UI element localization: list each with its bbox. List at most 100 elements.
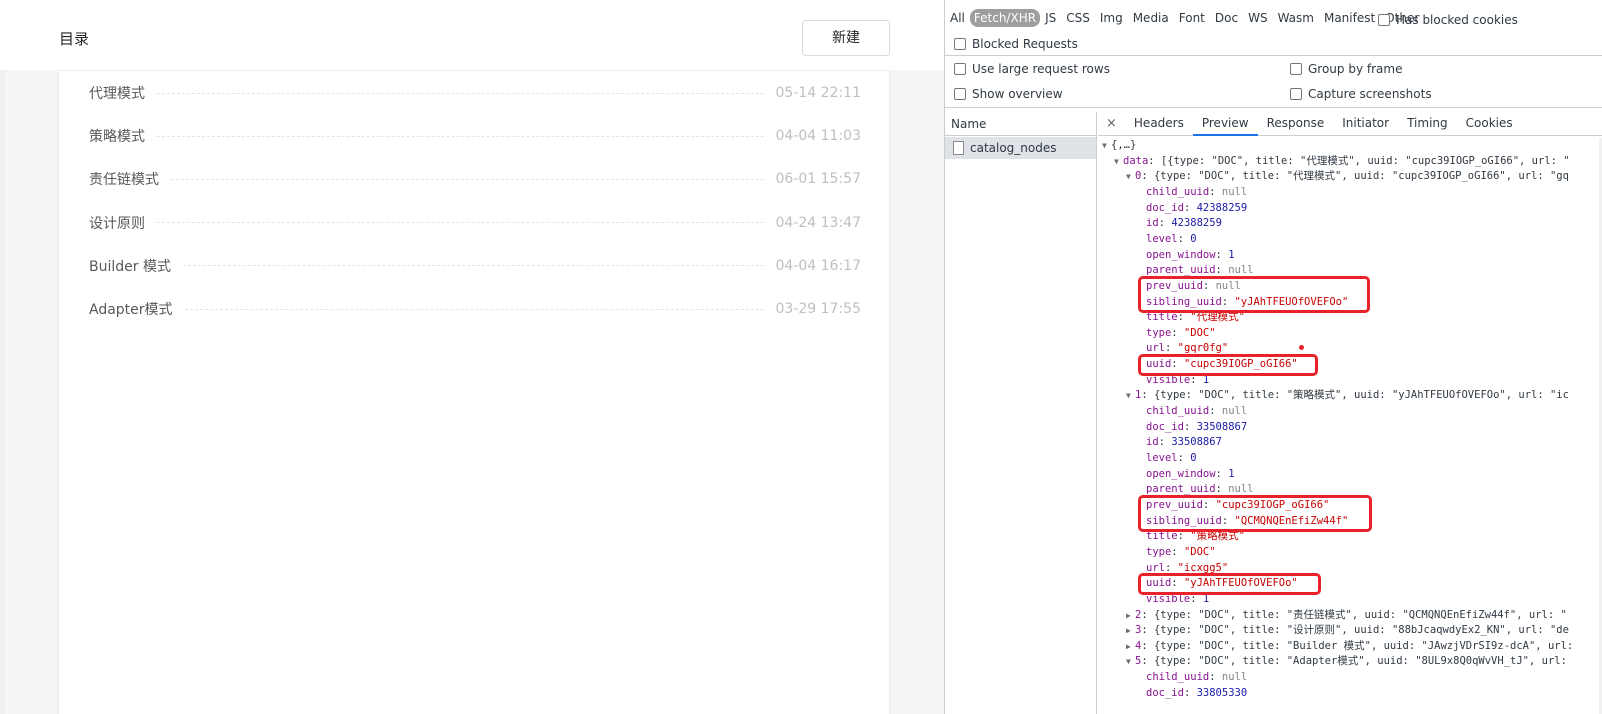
filter-media[interactable]: Media [1128,11,1174,25]
has-blocked-cookies-checkbox[interactable] [1378,14,1390,26]
capture-screenshots-checkbox[interactable] [1290,88,1302,100]
highlight-box [1138,494,1372,533]
tree-value: 1 [1228,248,1235,261]
tree-value: "DOC" [1183,326,1216,339]
tree-line[interactable]: open_window: 1 [1146,248,1235,264]
tree-colon: : [1164,561,1178,574]
catalog-item-time: 04-04 11:03 [775,128,861,145]
filter-fetchxhr[interactable]: Fetch/XHR [969,9,1041,27]
request-name: catalog_nodes [970,141,1057,155]
tree-value: "策略模式" [1190,530,1245,543]
tree-line[interactable]: ▼ data: [{type: "DOC", title: "代理模式", uui… [1114,154,1570,170]
use-large-rows-checkbox[interactable] [954,63,966,75]
blocked-requests-checkbox[interactable] [954,38,966,50]
tree-line[interactable]: level: 0 [1146,232,1197,248]
filter-bar: All Fetch/XHR JS CSS Img Media Font Doc WS Wasm Ma… [945,5,1424,31]
tab-initiator[interactable]: Initiator [1333,112,1398,136]
group-by-frame-checkbox[interactable] [1290,63,1302,75]
tree-colon: : [1141,170,1154,183]
show-overview-option[interactable]: Show overview [954,87,1063,101]
filter-img[interactable]: Img [1095,11,1128,25]
tree-key: child_uuid [1146,405,1210,418]
filter-css[interactable]: CSS [1061,11,1095,25]
catalog-item[interactable]: 代理模式 05-14 22:11 [89,81,861,105]
catalog-list: 代理模式 05-14 22:11 策略模式 04-04 11:03 责任链模式 06-01… [58,70,890,714]
use-large-rows-option[interactable]: Use large request rows [954,62,1110,76]
blocked-requests-option[interactable]: Blocked Requests [954,37,1078,51]
tree-line[interactable]: ▶ 2: {type: "DOC", title: "责任链模式", uuid: … [1126,608,1567,624]
catalog-item[interactable]: Builder 模式 04-04 16:17 [89,254,861,278]
filter-manifest[interactable]: Manifest [1319,11,1380,25]
show-overview-checkbox[interactable] [954,88,966,100]
request-row[interactable]: catalog_nodes [945,137,1096,159]
show-overview-label: Show overview [972,87,1063,101]
tree-line[interactable]: ▶ 3: {type: "DOC", title: "设计原则", uuid: "… [1126,623,1569,639]
tree-value: 33805330 [1196,686,1248,699]
catalog-item[interactable]: 策略模式 04-04 11:03 [89,124,861,148]
filter-all[interactable]: All [945,11,970,25]
tree-summary: {type: "DOC", title: "代理模式", uuid: "cupc… [1153,170,1569,183]
tree-line[interactable]: ▼ 0: {type: "DOC", title: "代理模式", uuid: "… [1126,169,1569,185]
tree-line[interactable]: id: 42388259 [1146,216,1222,232]
tree-colon: : [1209,671,1222,684]
tab-cookies[interactable]: Cookies [1457,112,1522,136]
tree-key: level [1146,232,1178,245]
has-blocked-cookies-option[interactable]: Has blocked cookies [1378,13,1518,27]
tab-timing[interactable]: Timing [1398,112,1457,136]
tree-line[interactable]: doc_id: 33508867 [1146,420,1247,436]
tree-line[interactable]: open_window: 1 [1146,467,1235,483]
tree-line[interactable]: type: "DOC" [1146,545,1216,561]
tab-headers[interactable]: Headers [1125,112,1193,136]
tree-line[interactable]: child_uuid: null [1146,404,1247,420]
tree-line[interactable]: type: "DOC" [1146,326,1216,342]
tree-line[interactable]: level: 0 [1146,451,1197,467]
name-column-header[interactable]: Name [945,112,1096,136]
catalog-item-name: Builder 模式 [89,258,171,275]
tab-response[interactable]: Response [1258,112,1334,136]
close-icon[interactable]: × [1098,116,1125,131]
capture-screenshots-option[interactable]: Capture screenshots [1290,87,1432,101]
use-large-rows-label: Use large request rows [972,62,1110,76]
tree-key: id [1146,217,1159,230]
new-button[interactable]: 新建 [802,20,890,56]
tree-line[interactable]: ▼ {,…} [1102,138,1136,154]
tree-value: "DOC" [1183,545,1216,558]
tree-line[interactable]: ▶ 4: {type: "DOC", title: "Builder 模式", u… [1126,639,1573,655]
tree-line[interactable]: doc_id: 33805330 [1146,686,1247,702]
tab-preview[interactable]: Preview [1192,112,1258,136]
tree-line[interactable]: id: 33508867 [1146,435,1222,451]
tree-value: 33508867 [1196,420,1248,433]
tree-key: id [1146,436,1159,449]
has-blocked-cookies-label: Has blocked cookies [1396,13,1518,27]
tree-key: doc_id [1146,420,1184,433]
tree-line[interactable]: ▼ 1: {type: "DOC", title: "策略模式", uuid: "… [1126,388,1569,404]
filter-ws[interactable]: WS [1243,11,1272,25]
tree-value: "gqr0fg" [1177,342,1229,355]
filter-doc[interactable]: Doc [1210,11,1243,25]
tree-colon: : [1215,467,1229,480]
tree-key: doc_id [1146,686,1184,699]
tree-colon: : [1171,326,1184,339]
filter-wasm[interactable]: Wasm [1273,11,1319,25]
tree-colon: : [1141,608,1154,621]
tree-line[interactable]: ▼ 5: {type: "DOC", title: "Adapter模式", uu… [1126,654,1567,670]
catalog-item[interactable]: 设计原则 04-24 13:47 [89,211,861,235]
tree-summary: {type: "DOC", title: "责任链模式", uuid: "QCM… [1153,608,1567,621]
catalog-item-name: Adapter模式 [89,302,173,318]
catalog-item[interactable]: 责任链模式 06-01 15:57 [89,167,861,191]
catalog-item[interactable]: Adapter模式 03-29 17:55 [89,297,861,321]
tree-key: open_window [1146,467,1216,480]
tree-line[interactable]: child_uuid: null [1146,185,1247,201]
group-by-frame-option[interactable]: Group by frame [1290,62,1402,76]
filter-font[interactable]: Font [1174,11,1210,25]
tree-colon: : [1215,264,1229,277]
filter-js[interactable]: JS [1040,11,1061,25]
tree-key: level [1146,452,1178,464]
tree-value: null [1228,264,1254,277]
tree-line[interactable]: doc_id: 42388259 [1146,201,1247,217]
catalog-item-name: 设计原则 [89,215,145,232]
tree-line[interactable]: child_uuid: null [1146,670,1247,686]
tree-value: "icxgg5" [1177,561,1229,574]
catalog-item-name: 策略模式 [89,129,145,146]
tree-value: 1 [1228,467,1235,480]
